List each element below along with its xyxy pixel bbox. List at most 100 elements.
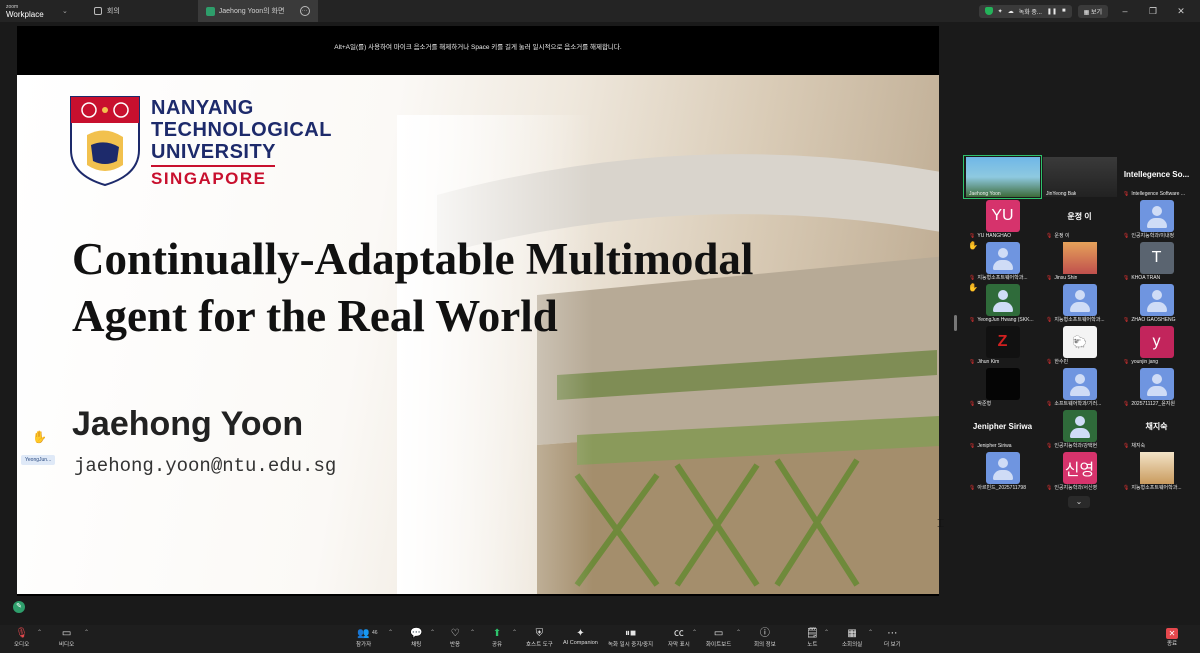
mic-muted-icon: 🎙 bbox=[1123, 233, 1130, 239]
participant-tile[interactable]: 🎙 박준형 bbox=[964, 366, 1041, 408]
view-button[interactable]: ▦ 보기 bbox=[1077, 4, 1108, 18]
gallery-more-chevron-down-icon[interactable]: ⌄ bbox=[1068, 496, 1090, 508]
more-button[interactable]: ⋯ 더 보기 bbox=[884, 628, 901, 648]
react-button[interactable]: ♡ 반응 bbox=[450, 628, 460, 648]
video-button[interactable]: ▭ 비디오 bbox=[59, 628, 74, 648]
participant-label: 🎙 지능형소프트웨어학과... bbox=[1046, 316, 1105, 323]
audio-chevron-up-icon[interactable]: ⌃ bbox=[37, 629, 42, 636]
share-arrow-icon: ⬆ bbox=[492, 628, 502, 639]
participant-tile[interactable]: 🎙 ZHAO GAOSHENG bbox=[1118, 282, 1195, 324]
participant-initials-avatar: y bbox=[1139, 326, 1174, 358]
whiteboard-button[interactable]: ▭ 화이트보드 bbox=[706, 628, 731, 648]
captions-chevron-up-icon[interactable]: ⌃ bbox=[692, 629, 697, 636]
breakout-chevron-up-icon[interactable]: ⌃ bbox=[868, 629, 873, 636]
participant-name: 운정 이 bbox=[1054, 233, 1070, 239]
participant-initials-avatar: YU bbox=[985, 200, 1020, 232]
close-icon[interactable]: ✕ bbox=[1170, 6, 1192, 17]
mic-muted-icon: 🎙 bbox=[969, 233, 976, 239]
participant-tile[interactable]: 🎙 소프트웨어학과/기러... bbox=[1041, 366, 1118, 408]
participant-tile[interactable]: 🎙 인공지능학과/강택현 bbox=[1041, 408, 1118, 450]
whiteboard-chevron-up-icon[interactable]: ⌃ bbox=[736, 629, 741, 636]
participant-tile[interactable]: 🎙 2025711127_윤지원 bbox=[1118, 366, 1195, 408]
ntu-line1: NANYANG bbox=[151, 97, 254, 119]
participant-person-avatar bbox=[1139, 200, 1174, 232]
tab-screen-share[interactable]: Jaehong Yoon의 화면 ··· bbox=[197, 0, 318, 22]
mic-muted-icon: 🎙 bbox=[1046, 401, 1053, 407]
notes-chevron-up-icon[interactable]: ⌃ bbox=[824, 629, 829, 636]
stop-icon[interactable]: ■ bbox=[1062, 8, 1066, 14]
participant-tile[interactable]: 🎙 지능형소프트웨어학과... ✋ bbox=[964, 240, 1041, 282]
breakout-button[interactable]: ▦ 소회의실 bbox=[842, 628, 862, 648]
minimize-icon[interactable]: – bbox=[1114, 6, 1136, 16]
pause-icon[interactable]: ❚❚ bbox=[1047, 8, 1057, 15]
gallery-row: 🎙 YeongJun Hwang (SKK... ✋ 🎙 지능형소프트웨어학과... 🎙 Z… bbox=[964, 282, 1196, 324]
participants-button[interactable]: 👥 참가자 bbox=[356, 628, 371, 648]
participant-tile[interactable]: 🎙 인공지능학과/이내정 bbox=[1118, 198, 1195, 240]
participant-tile[interactable]: T 🎙 KHOA TRAN bbox=[1118, 240, 1195, 282]
mic-muted-icon: 🎙 bbox=[1123, 443, 1130, 449]
video-chevron-up-icon[interactable]: ⌃ bbox=[84, 629, 89, 636]
participant-tile[interactable]: 🎙 지능형소프트웨어학과... bbox=[1118, 450, 1195, 492]
participant-tile[interactable]: JinYeong Bak bbox=[1041, 156, 1118, 198]
view-label: 보기 bbox=[1090, 9, 1102, 16]
share-chevron-up-icon[interactable]: ⌃ bbox=[512, 629, 517, 636]
tab-options-icon[interactable]: ··· bbox=[299, 6, 310, 16]
chat-button[interactable]: 💬 채팅 bbox=[410, 628, 422, 648]
unmute-notice: Alt+A일(를) 사용하여 마이크 음소거를 해제하거나 Space 키를 길… bbox=[334, 44, 622, 51]
breakout-label: 소회의실 bbox=[842, 642, 863, 648]
sparkle-icon: ✦ bbox=[997, 8, 1003, 15]
participant-tile[interactable]: 운정 이 🎙 운정 이 bbox=[1041, 198, 1118, 240]
record-button[interactable]: ⏸■ 녹화 일시 중지/중지 bbox=[608, 628, 653, 648]
chat-chevron-up-icon[interactable]: ⌃ bbox=[430, 629, 435, 636]
participants-chevron-up-icon[interactable]: ⌃ bbox=[388, 629, 393, 636]
mic-muted-icon: 🎙 bbox=[1123, 485, 1130, 491]
zoom-logo[interactable]: zoom Workplace bbox=[0, 3, 60, 19]
participant-name-display: Intellegence So... bbox=[1123, 169, 1190, 179]
recording-indicator[interactable]: ✦ ☁ 녹화 중... ❚❚ ■ bbox=[978, 4, 1072, 18]
participant-name-display: Jenipher Siriwa bbox=[972, 421, 1033, 431]
annotate-pen-icon[interactable]: ✎ bbox=[13, 601, 25, 613]
participant-label: 🎙 Jihun Kim bbox=[969, 359, 999, 365]
slide-title: Continually-Adaptable Multimodal Agent f… bbox=[72, 231, 753, 345]
participant-video bbox=[1062, 242, 1097, 274]
cloud-icon: ☁ bbox=[1007, 8, 1014, 15]
participant-tile[interactable]: 🎙 지능형소프트웨어학과... bbox=[1041, 282, 1118, 324]
notes-button[interactable]: 🗒 노트 bbox=[806, 628, 819, 648]
participant-tile[interactable]: Intellegence So... 🎙 Intellegence Software… bbox=[1118, 156, 1195, 198]
participant-label: 🎙 2025711127_윤지원 bbox=[1123, 400, 1175, 407]
audio-button[interactable]: 🎙 오디오 bbox=[14, 628, 29, 648]
gallery-row: YU🎙YU HANGHAO✋운정 이🎙운정 이🎙인공지능학과/이내정 bbox=[964, 198, 1196, 240]
brand-chevron-down-icon[interactable]: ⌄ bbox=[62, 7, 68, 15]
participant-label: 🎙 지능형소프트웨어학과... bbox=[969, 274, 1028, 281]
participant-label: 🎙 인공지능학과/서신영 bbox=[1046, 484, 1097, 491]
react-chevron-up-icon[interactable]: ⌃ bbox=[470, 629, 475, 636]
participant-tile[interactable]: 🎙 YeongJun Hwang (SKK... ✋ bbox=[964, 282, 1041, 324]
participants-count: 46 bbox=[372, 630, 378, 636]
panel-resize-handle[interactable] bbox=[954, 315, 957, 331]
participant-tile[interactable]: 🐑 🎙 한수민 bbox=[1041, 324, 1118, 366]
participant-tile[interactable]: 신영 🎙 인공지능학과/서신영 bbox=[1041, 450, 1118, 492]
tab-meeting[interactable]: 회의 bbox=[86, 0, 128, 22]
end-button[interactable]: ✕ 종료 bbox=[1166, 628, 1178, 647]
mic-muted-icon: 🎙 bbox=[1123, 401, 1130, 407]
participant-tile[interactable]: Jaehong Yoon bbox=[963, 155, 1042, 199]
share-button[interactable]: ⬆ 공유 bbox=[492, 628, 502, 648]
host-tools-button[interactable]: ⛨ 호스트 도구 bbox=[526, 628, 553, 648]
ai-companion-button[interactable]: ✦ AI Companion bbox=[563, 628, 598, 646]
participant-tile[interactable]: 🎙 Jinsu Shin bbox=[1041, 240, 1118, 282]
participant-tile[interactable]: 🎙 아르빈드_2025711798 bbox=[964, 450, 1041, 492]
floating-participant-tag[interactable]: YeongJun... bbox=[21, 455, 56, 465]
text-cursor-icon: ⌶ bbox=[937, 516, 945, 530]
captions-button[interactable]: ㏄ 자막 표시 bbox=[668, 628, 690, 648]
participant-tile[interactable]: y 🎙 younjin jang bbox=[1118, 324, 1195, 366]
participant-tile[interactable]: Jenipher Siriwa 🎙 Jenipher Siriwa bbox=[964, 408, 1041, 450]
presenter-email: jaehong.yoon@ntu.edu.sg bbox=[74, 455, 337, 477]
mic-muted-icon: 🎙 bbox=[1123, 191, 1130, 197]
meeting-info-button[interactable]: ⓘ 회의 정보 bbox=[754, 628, 776, 648]
maximize-icon[interactable]: ❐ bbox=[1142, 6, 1164, 17]
participant-person-avatar bbox=[1062, 410, 1097, 442]
participant-tile[interactable]: YU🎙YU HANGHAO✋ bbox=[964, 198, 1041, 240]
participant-tile[interactable]: 채지숙 🎙 채지숙 bbox=[1118, 408, 1195, 450]
participant-tile[interactable]: Z 🎙 Jihun Kim bbox=[964, 324, 1041, 366]
meeting-toolbar: 🎙 오디오 ⌃ ▭ 비디오 ⌃ 👥 참가자 46 ⌃ 💬 채팅 ⌃ ♡ 반응 ⌃… bbox=[0, 625, 1200, 653]
